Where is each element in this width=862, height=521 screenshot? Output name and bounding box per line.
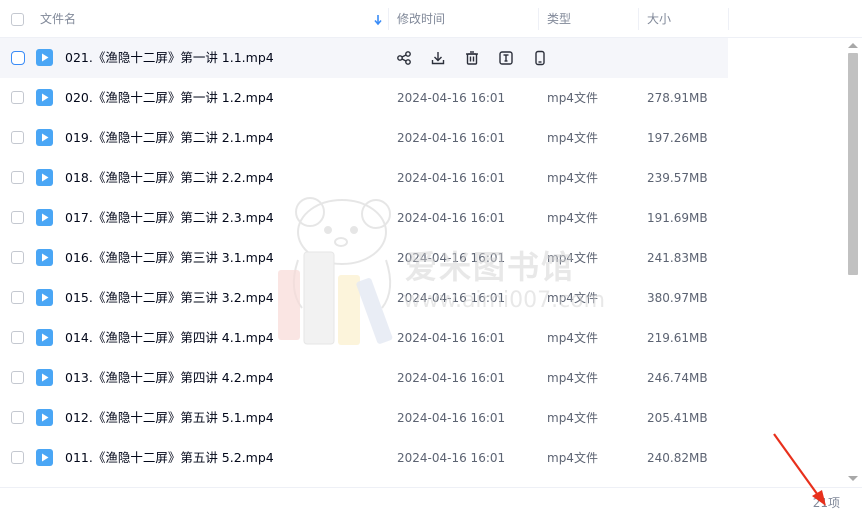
file-size: 197.26MB — [647, 131, 708, 145]
file-modified-time: 2024-04-16 16:01 — [397, 371, 506, 385]
file-size: 278.91MB — [647, 91, 708, 105]
file-modified-time: 2024-04-16 16:01 — [397, 251, 506, 265]
video-file-icon — [36, 129, 53, 146]
file-size: 205.41MB — [647, 411, 708, 425]
file-size: 191.69MB — [647, 211, 708, 225]
row-checkbox[interactable] — [11, 411, 24, 424]
row-checkbox[interactable] — [11, 51, 25, 65]
file-modified-time: 2024-04-16 16:01 — [397, 211, 506, 225]
video-file-icon — [36, 449, 53, 466]
file-modified-time: 2024-04-16 16:01 — [397, 411, 506, 425]
file-row[interactable]: 017.《渔隐十二屏》第二讲 2.3.mp4 2024-04-16 16:01 … — [0, 198, 728, 238]
column-header-modified[interactable]: 修改时间 — [397, 0, 445, 38]
file-row[interactable]: 013.《渔隐十二屏》第四讲 4.2.mp4 2024-04-16 16:01 … — [0, 358, 728, 398]
video-file-icon — [36, 49, 53, 66]
scroll-down-arrow-icon[interactable] — [848, 476, 858, 481]
file-name[interactable]: 011.《渔隐十二屏》第五讲 5.2.mp4 — [65, 438, 274, 478]
share-icon[interactable] — [396, 50, 412, 66]
row-checkbox[interactable] — [11, 131, 24, 144]
sort-descending-icon[interactable] — [373, 14, 383, 26]
file-row[interactable]: 016.《渔隐十二屏》第三讲 3.1.mp4 2024-04-16 16:01 … — [0, 238, 728, 278]
file-name[interactable]: 016.《渔隐十二屏》第三讲 3.1.mp4 — [65, 238, 274, 278]
video-file-icon — [36, 89, 53, 106]
file-name[interactable]: 015.《渔隐十二屏》第三讲 3.2.mp4 — [65, 278, 274, 318]
file-type: mp4文件 — [547, 331, 598, 345]
phone-icon[interactable] — [532, 50, 548, 66]
footer-divider — [0, 487, 862, 488]
video-file-icon — [36, 169, 53, 186]
file-type: mp4文件 — [547, 211, 598, 225]
download-icon[interactable] — [430, 50, 446, 66]
row-checkbox[interactable] — [11, 451, 24, 464]
file-row[interactable]: 019.《渔隐十二屏》第二讲 2.1.mp4 2024-04-16 16:01 … — [0, 118, 728, 158]
select-all-checkbox[interactable] — [11, 13, 24, 26]
video-file-icon — [36, 249, 53, 266]
delete-icon[interactable] — [464, 50, 480, 66]
file-type: mp4文件 — [547, 131, 598, 145]
file-row[interactable]: 021.《渔隐十二屏》第一讲 1.1.mp4 — [0, 38, 728, 78]
row-checkbox[interactable] — [11, 251, 24, 264]
file-type: mp4文件 — [547, 451, 598, 465]
video-file-icon — [36, 329, 53, 346]
row-checkbox[interactable] — [11, 331, 24, 344]
row-checkbox[interactable] — [11, 211, 24, 224]
file-modified-time: 2024-04-16 16:01 — [397, 331, 506, 345]
file-size: 380.97MB — [647, 291, 708, 305]
file-modified-time: 2024-04-16 16:01 — [397, 171, 506, 185]
file-modified-time: 2024-04-16 16:01 — [397, 91, 506, 105]
annotation-arrow-icon — [773, 433, 826, 506]
column-header-name[interactable]: 文件名 — [40, 0, 76, 38]
file-type: mp4文件 — [547, 251, 598, 265]
rename-icon[interactable] — [498, 50, 514, 66]
file-row[interactable]: 014.《渔隐十二屏》第四讲 4.1.mp4 2024-04-16 16:01 … — [0, 318, 728, 358]
scrollbar-thumb[interactable] — [848, 53, 858, 275]
column-divider[interactable] — [728, 8, 729, 30]
file-name[interactable]: 013.《渔隐十二屏》第四讲 4.2.mp4 — [65, 358, 274, 398]
file-type: mp4文件 — [547, 291, 598, 305]
file-name[interactable]: 012.《渔隐十二屏》第五讲 5.1.mp4 — [65, 398, 274, 438]
file-list-header: 文件名 修改时间 类型 大小 — [0, 0, 862, 38]
file-type: mp4文件 — [547, 371, 598, 385]
file-name[interactable]: 014.《渔隐十二屏》第四讲 4.1.mp4 — [65, 318, 274, 358]
row-checkbox[interactable] — [11, 171, 24, 184]
file-size: 219.61MB — [647, 331, 708, 345]
file-row[interactable]: 020.《渔隐十二屏》第一讲 1.2.mp4 2024-04-16 16:01 … — [0, 78, 728, 118]
file-size: 246.74MB — [647, 371, 708, 385]
file-size: 241.83MB — [647, 251, 708, 265]
file-row[interactable]: 018.《渔隐十二屏》第二讲 2.2.mp4 2024-04-16 16:01 … — [0, 158, 728, 198]
file-type: mp4文件 — [547, 91, 598, 105]
column-divider[interactable] — [638, 8, 639, 30]
file-type: mp4文件 — [547, 411, 598, 425]
video-file-icon — [36, 409, 53, 426]
file-size: 239.57MB — [647, 171, 708, 185]
file-name[interactable]: 017.《渔隐十二屏》第二讲 2.3.mp4 — [65, 198, 274, 238]
row-checkbox[interactable] — [11, 291, 24, 304]
column-divider[interactable] — [538, 8, 539, 30]
column-header-type[interactable]: 类型 — [547, 0, 571, 38]
column-divider[interactable] — [388, 8, 389, 30]
video-file-icon — [36, 209, 53, 226]
file-name[interactable]: 019.《渔隐十二屏》第二讲 2.1.mp4 — [65, 118, 274, 158]
file-row[interactable]: 011.《渔隐十二屏》第五讲 5.2.mp4 2024-04-16 16:01 … — [0, 438, 728, 478]
file-row[interactable]: 015.《渔隐十二屏》第三讲 3.2.mp4 2024-04-16 16:01 … — [0, 278, 728, 318]
file-name[interactable]: 021.《渔隐十二屏》第一讲 1.1.mp4 — [65, 38, 274, 78]
file-modified-time: 2024-04-16 16:01 — [397, 131, 506, 145]
file-row[interactable]: 012.《渔隐十二屏》第五讲 5.1.mp4 2024-04-16 16:01 … — [0, 398, 728, 438]
row-checkbox[interactable] — [11, 371, 24, 384]
file-size: 240.82MB — [647, 451, 708, 465]
file-list: 021.《渔隐十二屏》第一讲 1.1.mp4 020.《渔隐十二屏》第一讲 1.… — [0, 38, 845, 478]
row-checkbox[interactable] — [11, 91, 24, 104]
column-header-size[interactable]: 大小 — [647, 0, 671, 38]
scroll-up-arrow-icon[interactable] — [848, 43, 858, 48]
video-file-icon — [36, 289, 53, 306]
file-name[interactable]: 020.《渔隐十二屏》第一讲 1.2.mp4 — [65, 78, 274, 118]
file-type: mp4文件 — [547, 171, 598, 185]
file-modified-time: 2024-04-16 16:01 — [397, 291, 506, 305]
file-name[interactable]: 018.《渔隐十二屏》第二讲 2.2.mp4 — [65, 158, 274, 198]
video-file-icon — [36, 369, 53, 386]
file-modified-time: 2024-04-16 16:01 — [397, 451, 506, 465]
